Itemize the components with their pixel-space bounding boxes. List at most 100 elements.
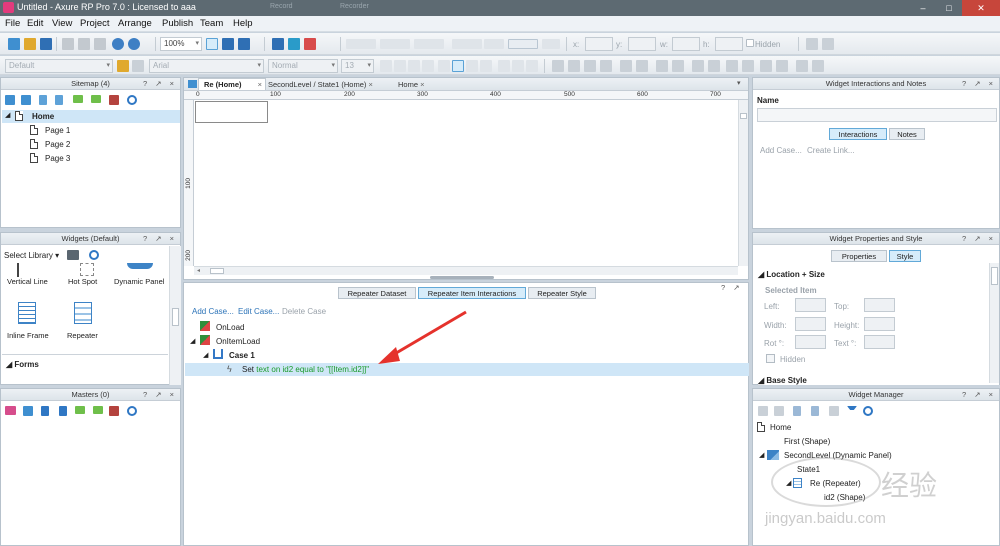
maximize-button[interactable]: □ <box>936 0 962 16</box>
h-field[interactable] <box>715 37 743 51</box>
share-icon[interactable] <box>288 38 300 50</box>
add-state-icon[interactable] <box>758 406 768 416</box>
delete-icon[interactable] <box>109 406 119 416</box>
align-objects-icon[interactable] <box>552 60 564 72</box>
close-button[interactable]: ✕ <box>962 0 1000 16</box>
select-pointer-icon[interactable] <box>206 38 218 50</box>
collapse-arrow-icon[interactable]: ◢ <box>5 111 10 119</box>
collapse-arrow-icon[interactable]: ◢ <box>759 451 764 459</box>
widgets-scrollbar[interactable] <box>169 246 181 385</box>
event-onload[interactable]: OnLoad <box>216 323 244 332</box>
publish-icon[interactable] <box>304 38 316 50</box>
menu-file[interactable]: File <box>5 18 20 29</box>
canvas-horizontal-scrollbar[interactable]: ◂ <box>194 266 738 275</box>
top-field[interactable] <box>864 298 895 312</box>
close-tab-icon[interactable]: × <box>420 80 424 89</box>
widget-vertical-line[interactable]: Vertical Line <box>7 277 48 286</box>
line-color-icon[interactable] <box>380 39 410 49</box>
outdent-icon[interactable] <box>93 406 103 414</box>
scroll-left-icon[interactable]: ◂ <box>197 267 200 274</box>
align-middle-icon[interactable] <box>512 60 524 72</box>
cut-icon[interactable] <box>62 38 74 50</box>
close-tab-icon[interactable]: × <box>368 80 372 89</box>
font-color-icon[interactable] <box>422 60 434 72</box>
flip-v-icon[interactable] <box>708 60 720 72</box>
underline-icon[interactable] <box>408 60 420 72</box>
w-field[interactable] <box>672 37 700 51</box>
close-tab-icon[interactable]: × <box>258 79 262 90</box>
height-field[interactable] <box>864 317 895 331</box>
crop-icon[interactable] <box>238 38 250 50</box>
tab-secondlevel[interactable]: SecondLevel / State1 (Home) × <box>268 80 373 89</box>
redo-icon[interactable] <box>128 38 140 50</box>
tab-style[interactable]: Style <box>889 250 921 262</box>
repeater-controls[interactable]: ? ↗ <box>721 283 743 292</box>
manager-item-first-shape[interactable]: First (Shape) <box>784 437 830 446</box>
manager-item-home[interactable]: Home <box>770 423 791 432</box>
sitemap-item-home[interactable]: Home <box>32 112 54 121</box>
scrollbar-thumb[interactable] <box>740 113 747 119</box>
canvas-vertical-scrollbar[interactable] <box>738 100 748 266</box>
search-icon[interactable] <box>863 406 873 416</box>
filter-icon[interactable] <box>847 406 857 416</box>
scrollbar-thumb[interactable] <box>172 308 179 326</box>
widget-hot-spot[interactable]: Hot Spot <box>68 277 97 286</box>
widget-manager-controls[interactable]: ? ↗ × <box>962 389 996 400</box>
widgets-controls[interactable]: ? ↗ × <box>143 233 177 244</box>
lock-position-icon[interactable] <box>760 60 772 72</box>
tab-properties[interactable]: Properties <box>831 250 887 262</box>
open-folder-icon[interactable] <box>24 38 36 50</box>
new-file-icon[interactable] <box>8 38 20 50</box>
widget-dynamic-panel[interactable]: Dynamic Panel <box>114 277 164 286</box>
padding-icon[interactable] <box>542 39 560 49</box>
lock-icon[interactable] <box>806 38 818 50</box>
sitemap-controls[interactable]: ? ↗ × <box>143 78 177 89</box>
align-bottom-icon[interactable] <box>526 60 538 72</box>
format-painter-icon[interactable] <box>117 60 129 72</box>
scrollbar-thumb[interactable] <box>991 267 998 285</box>
widget-repeater[interactable]: Repeater <box>67 331 98 340</box>
interactions-controls[interactable]: ? ↗ × <box>962 78 996 89</box>
search-icon[interactable] <box>89 250 99 260</box>
distribute-icon[interactable] <box>568 60 580 72</box>
repeater-item-shape[interactable] <box>195 101 268 123</box>
left-field[interactable] <box>795 298 826 312</box>
forms-section[interactable]: ◢ Forms <box>6 360 39 369</box>
case-1[interactable]: Case 1 <box>229 351 255 360</box>
base-style-section[interactable]: ◢ Base Style <box>758 376 999 385</box>
indent-icon[interactable] <box>73 95 83 103</box>
hidden-checkbox[interactable] <box>746 39 754 47</box>
hidden-checkbox[interactable] <box>766 354 775 363</box>
name-field[interactable] <box>757 108 997 122</box>
move-up-icon[interactable] <box>39 95 47 105</box>
outdent-icon[interactable] <box>91 95 101 103</box>
style-select[interactable]: Default <box>5 59 113 73</box>
add-case-link[interactable]: Add Case... <box>760 146 802 155</box>
move-up-icon[interactable] <box>41 406 49 416</box>
sitemap-item-page1[interactable]: Page 1 <box>45 126 70 135</box>
event-onitemload[interactable]: OnItemLoad <box>216 337 260 346</box>
add-master-icon[interactable] <box>5 406 16 415</box>
delete-icon[interactable] <box>109 95 119 105</box>
send-backward-icon[interactable] <box>600 60 612 72</box>
save-icon[interactable] <box>40 38 52 50</box>
undo-icon[interactable] <box>112 38 124 50</box>
search-icon[interactable] <box>127 406 137 416</box>
arrow-style-icon[interactable] <box>484 39 504 49</box>
sitemap-item-page2[interactable]: Page 2 <box>45 140 70 149</box>
connector-icon[interactable] <box>222 38 234 50</box>
bold-icon[interactable] <box>380 60 392 72</box>
indent-icon[interactable] <box>75 406 85 414</box>
zoom-select[interactable]: 100% <box>160 37 202 51</box>
action-set-text[interactable]: Set text on id2 equal to "[[Item.id2]]" <box>242 365 369 374</box>
tab-re-home[interactable]: Re (Home) × <box>198 78 266 90</box>
add-folder-icon[interactable] <box>23 406 33 416</box>
shadow-icon[interactable] <box>452 39 482 49</box>
paste-icon[interactable] <box>94 38 106 50</box>
justify-icon[interactable] <box>480 60 492 72</box>
sitemap-item-page3[interactable]: Page 3 <box>45 154 70 163</box>
move-down-icon[interactable] <box>811 406 819 416</box>
menu-edit[interactable]: Edit <box>27 18 43 29</box>
add-folder-icon[interactable] <box>21 95 31 105</box>
align-left-icon[interactable] <box>438 60 450 72</box>
